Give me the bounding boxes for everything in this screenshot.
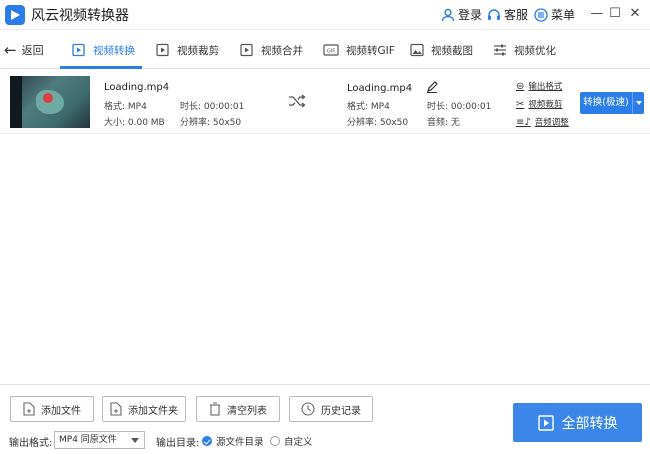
output-format-select[interactable]: MP4 同原文件: [54, 431, 145, 449]
close-icon: ✕: [629, 6, 641, 21]
output-dir-label: 输出目录:: [156, 438, 200, 449]
scissors-icon: ✂: [516, 98, 525, 110]
add-file-icon: [23, 402, 35, 416]
gif-icon: GIF: [323, 44, 339, 56]
arrow-left-icon: ←: [4, 41, 17, 59]
tab-video-optimize[interactable]: 视频优化: [493, 31, 556, 69]
back-button[interactable]: ← 返回: [4, 42, 44, 58]
output-format-link[interactable]: ⊜ 输出格式: [516, 80, 563, 93]
video-merge-icon: [240, 43, 253, 57]
sliders-icon: [494, 44, 506, 56]
headset-icon: [488, 8, 500, 20]
output-resolution: 分辨率: 50x50: [347, 118, 409, 128]
add-file-button[interactable]: 添加文件: [10, 396, 94, 422]
source-resolution: 分辨率: 50x50: [180, 118, 242, 128]
tab-label: 视频优化: [514, 44, 556, 57]
menu-button[interactable]: 菜单: [534, 6, 575, 23]
convert-all-button[interactable]: 全部转换: [513, 403, 642, 442]
clear-list-label: 清空列表: [227, 405, 267, 417]
tab-label: 视频截图: [431, 44, 473, 57]
user-icon: [441, 8, 455, 21]
clear-list-button[interactable]: 清空列表: [196, 396, 280, 422]
radio-checked-icon: [202, 436, 212, 446]
video-crop-link[interactable]: ✂ 视频裁剪: [516, 98, 563, 111]
close-button[interactable]: ✕: [626, 5, 644, 23]
history-button[interactable]: 历史记录: [289, 396, 373, 422]
maximize-button[interactable]: ☐: [606, 5, 624, 23]
dir-custom-label: 自定义: [284, 437, 313, 448]
app-title: 风云视频转换器: [31, 8, 129, 24]
tab-label: 视频转GIF: [346, 44, 395, 57]
function-tab-bar: ← 返回 视频转换 视频裁剪 视频合并 GIF 视频转GIF 视频截图 视频优化: [0, 31, 650, 69]
title-bar: 风云视频转换器 登录 客服 菜单 — ☐ ✕: [0, 0, 650, 30]
add-folder-icon: [110, 402, 122, 416]
minimize-button[interactable]: —: [588, 5, 606, 23]
video-crop-icon: [156, 43, 169, 57]
convert-all-label: 全部转换: [561, 415, 618, 432]
source-file-name: Loading.mp4: [104, 82, 170, 93]
trash-icon: [210, 402, 220, 416]
add-folder-label: 添加文件夹: [128, 405, 178, 417]
output-duration: 时长: 00:00:01: [427, 102, 492, 112]
dir-source-label: 源文件目录: [216, 437, 264, 448]
settings-circle-icon: ⊜: [516, 80, 525, 92]
audio-adjust-link-label: 音频调整: [534, 118, 569, 128]
tab-label: 视频合并: [261, 44, 303, 57]
tab-label: 视频裁剪: [177, 44, 219, 57]
tab-video-convert[interactable]: 视频转换: [72, 31, 135, 69]
tab-video-merge[interactable]: 视频合并: [240, 31, 303, 69]
menu-label: 菜单: [551, 8, 576, 22]
service-button[interactable]: 客服: [487, 6, 528, 23]
dir-source-radio[interactable]: 源文件目录: [202, 434, 264, 448]
output-audio: 音频: 无: [427, 118, 460, 128]
source-duration: 时长: 00:00:01: [180, 102, 245, 112]
tab-video-crop[interactable]: 视频裁剪: [156, 31, 219, 69]
add-file-label: 添加文件: [41, 405, 81, 417]
edit-pencil-icon[interactable]: [426, 81, 438, 93]
svg-text:GIF: GIF: [327, 49, 335, 55]
output-format-label: 输出格式:: [9, 438, 53, 449]
video-thumbnail[interactable]: [10, 76, 90, 128]
bottom-toolbar: 添加文件 添加文件夹 清空列表 历史记录 输出格式: MP4 同原文件 输出目录…: [0, 384, 650, 454]
convert-dropdown-button[interactable]: [632, 92, 644, 114]
tab-video-to-gif[interactable]: GIF 视频转GIF: [323, 31, 395, 69]
output-file-name: Loading.mp4: [347, 83, 413, 94]
convert-fast-button[interactable]: 转换(极速): [580, 92, 632, 114]
radio-unchecked-icon: [270, 436, 280, 446]
tab-video-screenshot[interactable]: 视频截图: [410, 31, 473, 69]
output-format: 格式: MP4: [347, 102, 390, 112]
active-tab-indicator: [60, 66, 142, 69]
source-format: 格式: MP4: [104, 102, 147, 112]
play-box-icon: [537, 414, 554, 431]
dir-custom-radio[interactable]: 自定义: [270, 434, 313, 448]
login-label: 登录: [458, 8, 483, 22]
maximize-icon: ☐: [609, 6, 621, 21]
menu-icon: [534, 7, 548, 22]
history-label: 历史记录: [321, 405, 361, 417]
audio-adjust-link[interactable]: ≡♪ 音频调整: [516, 116, 569, 129]
login-button[interactable]: 登录: [441, 6, 482, 23]
image-icon: [410, 43, 424, 57]
video-crop-link-label: 视频裁剪: [528, 100, 563, 110]
file-list-row[interactable]: Loading.mp4 格式: MP4 时长: 00:00:01 大小: 0.0…: [0, 70, 650, 134]
add-folder-button[interactable]: 添加文件夹: [102, 396, 186, 422]
clock-icon: [301, 402, 315, 416]
video-convert-icon: [72, 43, 85, 57]
back-label: 返回: [21, 44, 44, 57]
shuffle-arrow-icon: [289, 94, 306, 108]
minimize-icon: —: [590, 6, 604, 21]
service-label: 客服: [504, 8, 529, 22]
source-size: 大小: 0.00 MB: [104, 118, 165, 128]
output-format-link-label: 输出格式: [528, 82, 563, 92]
app-logo-icon: [5, 5, 25, 25]
music-list-icon: ≡♪: [516, 116, 531, 128]
tab-label: 视频转换: [93, 44, 135, 57]
